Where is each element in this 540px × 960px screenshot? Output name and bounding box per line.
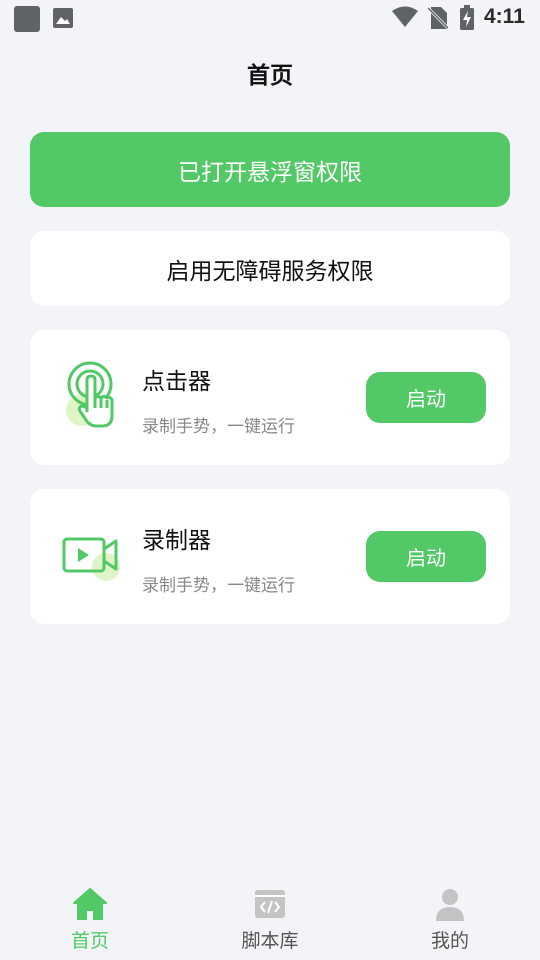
page-title: 首页 <box>247 63 293 89</box>
recorder-title: 录制器 <box>142 528 211 554</box>
nav-label-mine: 我的 <box>430 930 469 952</box>
image-notification-icon <box>53 8 73 28</box>
accessibility-permission-label: 启用无障碍服务权限 <box>166 258 374 285</box>
clicker-start-label: 启动 <box>406 387 446 411</box>
no-sim-icon <box>428 6 448 30</box>
tap-gesture-icon <box>66 361 114 428</box>
status-bar: 4:11 <box>0 0 540 36</box>
home-icon <box>73 888 107 920</box>
bottom-nav: 首页 脚本库 我的 <box>0 880 540 960</box>
clicker-title: 点击器 <box>142 369 211 395</box>
code-folder-icon <box>255 890 285 918</box>
overlay-permission-button[interactable]: 已打开悬浮窗权限 <box>30 132 510 207</box>
recorder-start-button[interactable]: 启动 <box>366 531 486 582</box>
recorder-description: 录制手势，一键运行 <box>142 576 295 596</box>
nav-item-home[interactable]: 首页 <box>0 880 180 960</box>
clicker-start-button[interactable]: 启动 <box>366 372 486 423</box>
accessibility-permission-button[interactable]: 启用无障碍服务权限 <box>30 231 510 306</box>
app-notification-icon <box>14 6 40 32</box>
clicker-card: 点击器 录制手势，一键运行 启动 <box>30 330 510 465</box>
nav-label-scripts: 脚本库 <box>241 930 299 952</box>
clicker-description: 录制手势，一键运行 <box>142 417 295 437</box>
nav-item-mine[interactable]: 我的 <box>360 880 540 960</box>
overlay-permission-label: 已打开悬浮窗权限 <box>178 159 362 186</box>
recorder-start-label: 启动 <box>406 546 446 570</box>
person-icon <box>436 889 464 921</box>
clock: 4:11 <box>484 5 525 28</box>
nav-item-scripts[interactable]: 脚本库 <box>180 880 360 960</box>
battery-charging-icon <box>460 5 474 30</box>
wifi-icon <box>392 6 418 27</box>
recorder-card: 录制器 录制手势，一键运行 启动 <box>30 489 510 624</box>
app-screen: 4:11 首页 已打开悬浮窗权限 启用无障碍服务权限 点击器 录制手势，一键运行… <box>0 0 540 960</box>
nav-label-home: 首页 <box>70 930 109 952</box>
video-record-icon <box>62 537 120 581</box>
